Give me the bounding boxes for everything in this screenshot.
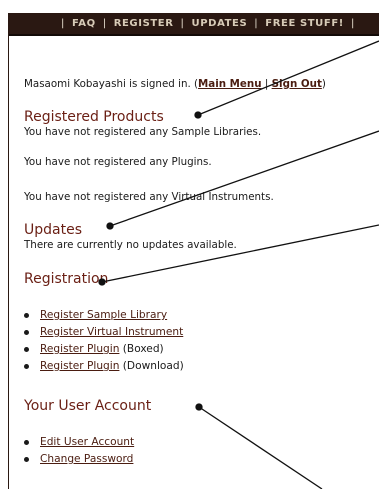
callout-line (198, 406, 323, 489)
callout-line (197, 40, 379, 116)
callout-line (101, 224, 379, 283)
callout-dot (194, 111, 202, 119)
callout-dot (106, 222, 114, 230)
callout-lines (98, 40, 379, 489)
callout-dot (98, 278, 106, 286)
callout-line (109, 130, 379, 227)
callout-dot (195, 403, 203, 411)
